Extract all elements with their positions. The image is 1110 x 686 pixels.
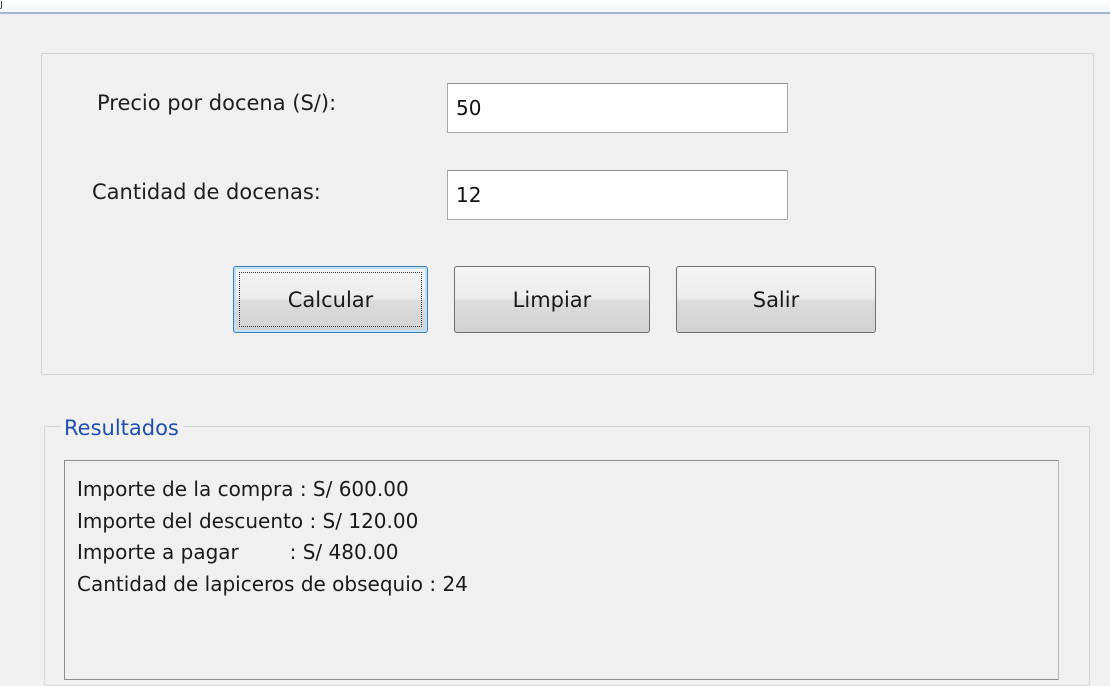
window-top-edge [0, 0, 1110, 14]
results-group-title: Resultados [61, 414, 183, 442]
result-line-discount: Importe del descuento : S/ 120.00 [77, 508, 419, 533]
exit-button-label: Salir [752, 287, 800, 312]
result-line-to-pay: Importe a pagar : S/ 480.00 [77, 540, 399, 564]
corner-glyph: ȷ [0, 0, 4, 10]
quantity-input[interactable] [447, 170, 788, 220]
calculate-button-label: Calcular [287, 287, 374, 312]
price-label: Precio por docena (S/): [97, 91, 337, 115]
clear-button[interactable]: Limpiar [454, 266, 650, 333]
clear-button-label: Limpiar [512, 287, 592, 312]
results-textarea[interactable]: Importe de la compra : S/ 600.00 Importe … [64, 460, 1059, 680]
price-input[interactable] [447, 83, 788, 133]
result-line-gift-pens: Cantidad de lapiceros de obsequio : 24 [77, 571, 468, 596]
exit-button[interactable]: Salir [676, 266, 876, 333]
quantity-label: Cantidad de docenas: [92, 180, 321, 204]
result-line-purchase: Importe de la compra : S/ 600.00 [77, 477, 409, 501]
calculate-button[interactable]: Calcular [233, 266, 428, 333]
